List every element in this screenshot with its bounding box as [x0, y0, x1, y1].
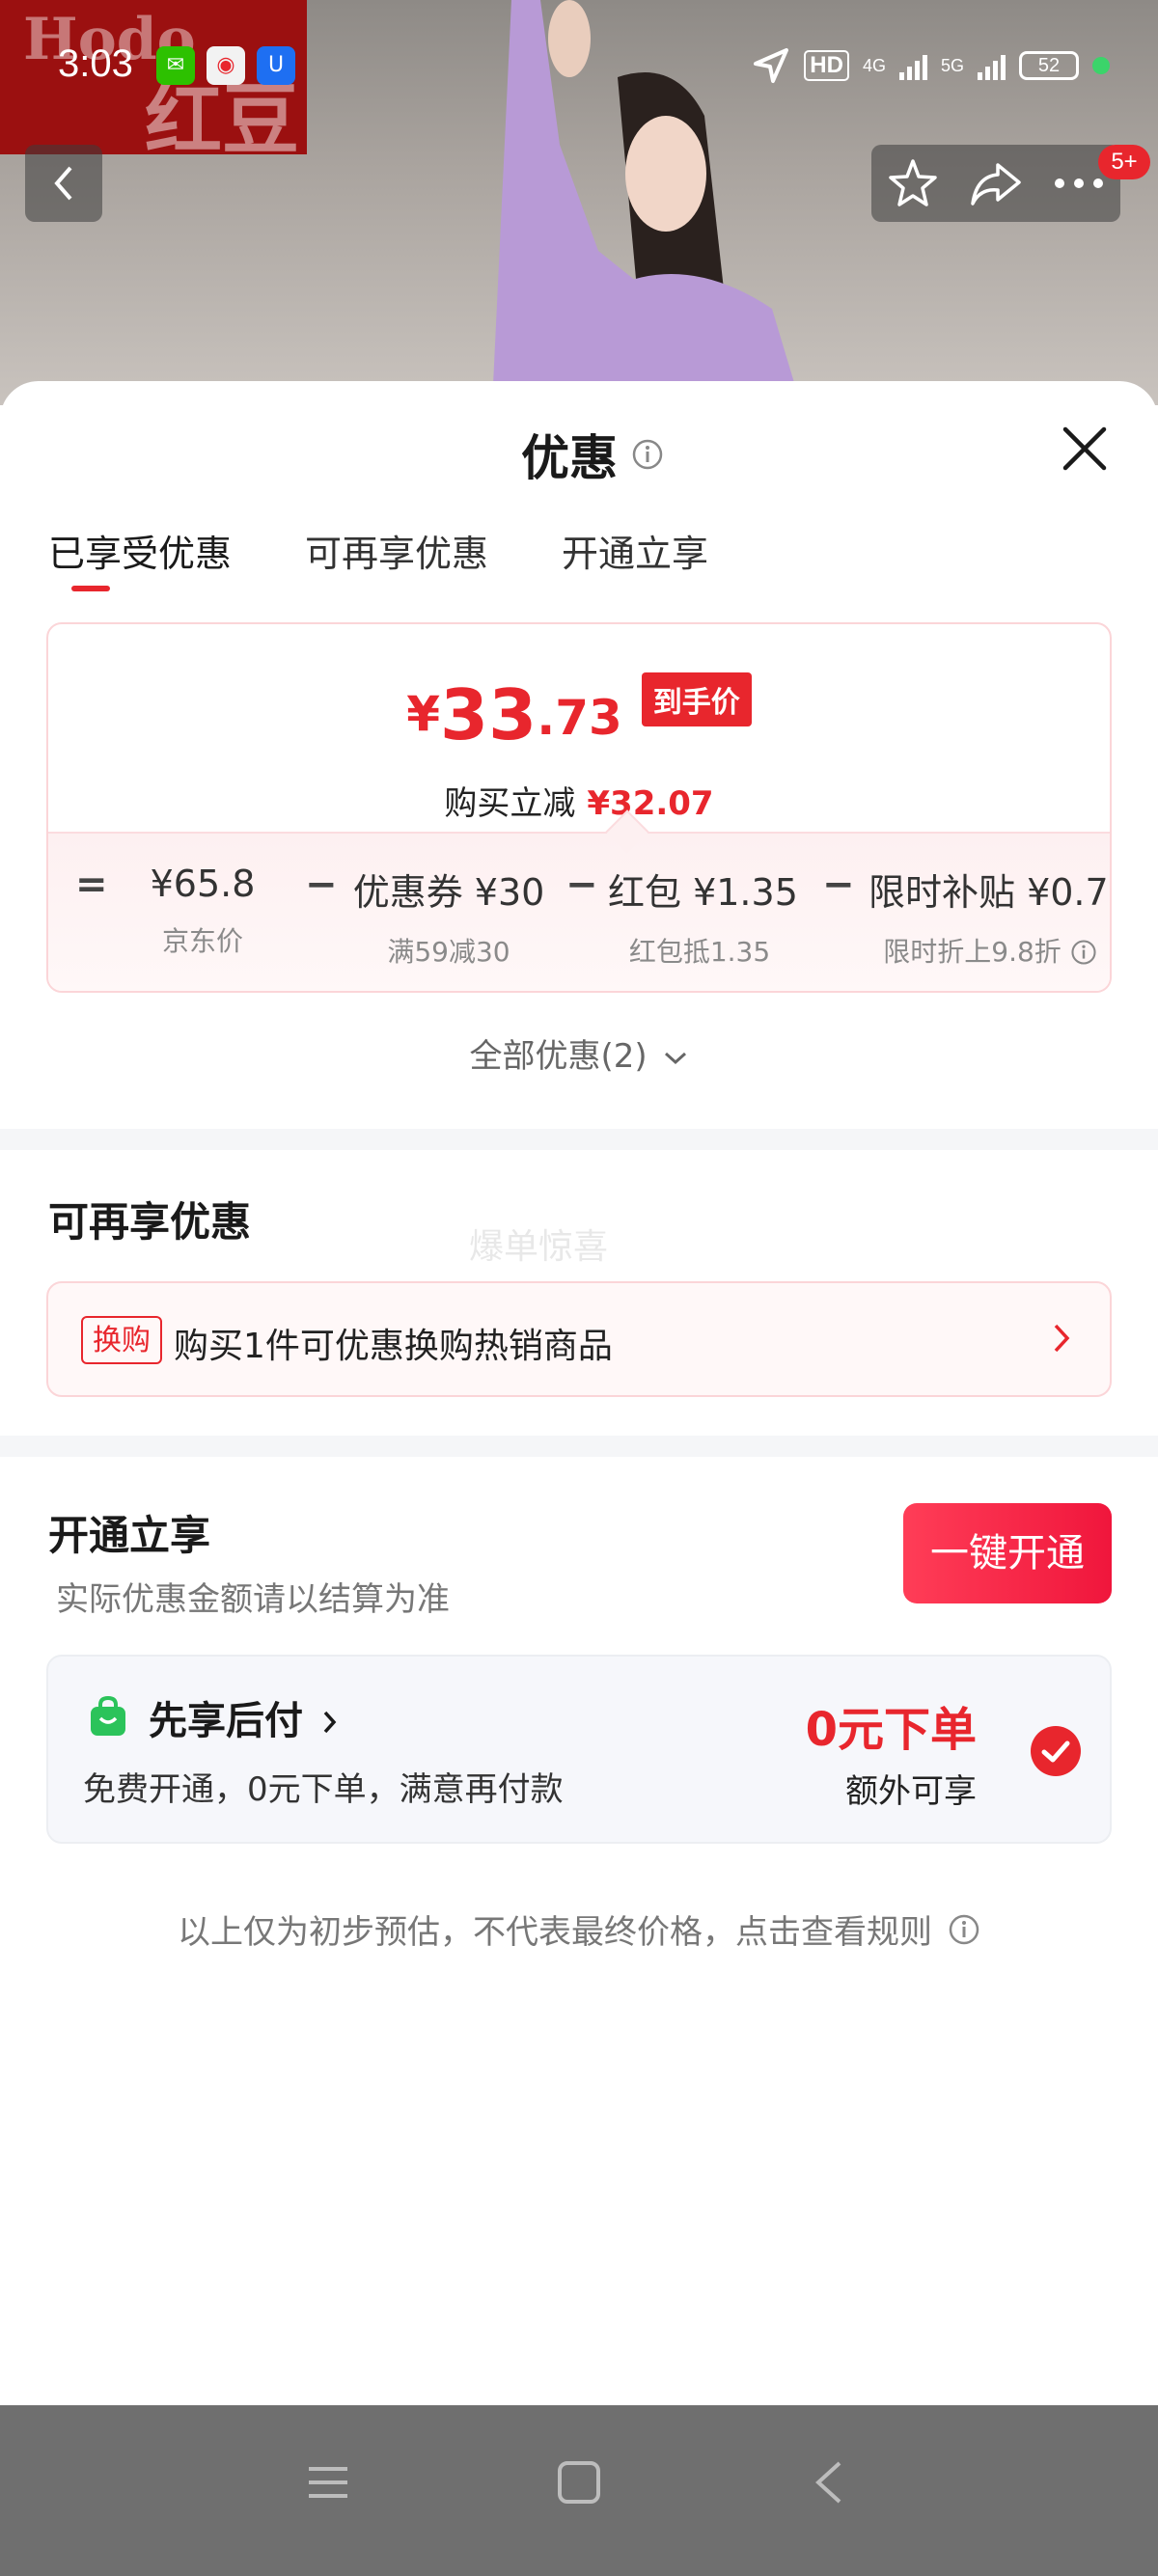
status-time: 3:03: [58, 42, 133, 85]
price-breakdown: = ¥65.8 京东价 − 优惠券 ¥30 满59减30 − 红包 ¥1.35 …: [48, 809, 1112, 991]
chevron-right-icon: [1054, 1324, 1070, 1353]
star-favorite-icon[interactable]: [887, 157, 939, 209]
active-tab-indicator: [71, 586, 110, 591]
status-bar: 3:03 ✉ ◉ U HD 4G 5G 52: [0, 0, 1158, 135]
one-click-open-button[interactable]: 一键开通: [903, 1503, 1112, 1603]
offer-tabs: 已享受优惠 可再享优惠 开通立享: [48, 524, 708, 577]
breakdown-value: 红包 ¥1.35: [608, 871, 798, 914]
rules-disclaimer-link[interactable]: 以上仅为初步预估，不代表最终价格，点击查看规则: [0, 1905, 1158, 1953]
section-divider: [0, 1129, 1158, 1150]
network-5g-label: 5G: [940, 55, 964, 75]
back-button[interactable]: [25, 145, 102, 222]
all-offers-label: 全部优惠(2): [469, 1037, 648, 1076]
breakdown-value: 限时补贴 ¥0.72: [868, 871, 1112, 914]
operator-equals: =: [75, 863, 108, 907]
pay-later-extra: 额外可享: [845, 1772, 977, 1811]
operator-minus: −: [305, 863, 338, 907]
shield-app-icon: U: [257, 46, 295, 85]
exchange-tag: 换购: [81, 1316, 162, 1364]
pay-later-title-link[interactable]: 先享后付: [149, 1689, 338, 1745]
back-nav-icon[interactable]: [811, 2459, 845, 2506]
more-offers-title: 可再享优惠: [48, 1198, 252, 1246]
price-currency: ¥: [406, 686, 440, 742]
info-icon[interactable]: [1070, 939, 1097, 966]
jd-dog-icon: ◉: [207, 46, 245, 85]
network-4g-label: 4G: [862, 55, 886, 75]
location-icon: [754, 48, 789, 83]
breakdown-label: 京东价: [161, 925, 243, 957]
breakdown-red-packet: 红包 ¥1.35 红包抵1.35: [608, 863, 798, 970]
open-enjoy-title: 开通立享: [48, 1512, 211, 1559]
watermark-text: 爆单惊喜: [469, 1227, 609, 1267]
battery-icon: 52: [1019, 51, 1079, 80]
status-indicators: HD 4G 5G 52: [752, 46, 1110, 85]
breakdown-label-with-info[interactable]: 限时折上9.8折: [868, 931, 1110, 970]
menu-icon[interactable]: [305, 2459, 351, 2506]
chevron-right-icon: [323, 1711, 337, 1734]
checkmark-icon: [1041, 1740, 1070, 1763]
price-integer: 33: [440, 674, 538, 755]
exchange-offer-row[interactable]: 换购 购买1件可优惠换购热销商品: [46, 1281, 1112, 1397]
pay-later-card[interactable]: 先享后付 免费开通，0元下单，满意再付款 0元下单 额外可享: [46, 1655, 1112, 1844]
signal-icon-2: [978, 51, 1006, 80]
breakdown-coupon: 优惠券 ¥30 满59减30: [347, 863, 550, 970]
operator-minus: −: [565, 863, 598, 907]
hd-icon: HD: [804, 50, 849, 81]
all-offers-toggle[interactable]: 全部优惠(2): [0, 1029, 1158, 1077]
instant-reduction: 购买立减 ¥32.07: [48, 777, 1110, 824]
reduction-amount: ¥32.07: [587, 784, 714, 823]
open-enjoy-note: 实际优惠金额请以结算为准: [56, 1580, 450, 1619]
breakdown-value: ¥65.8: [150, 863, 256, 905]
breakdown-time-subsidy: 限时补贴 ¥0.72 限时折上9.8折: [868, 863, 1112, 970]
price-decimal: .73: [537, 690, 622, 746]
tab-enjoyed-offers[interactable]: 已享受优惠: [48, 524, 232, 577]
signal-icon: [898, 51, 927, 80]
sheet-title: 优惠: [521, 430, 618, 486]
chevron-down-icon: [665, 1052, 687, 1065]
system-navigation-bar: [0, 2405, 1158, 2576]
exchange-text: 购买1件可优惠换购热销商品: [174, 1327, 613, 1366]
pay-later-checkbox[interactable]: [1031, 1726, 1081, 1776]
close-icon[interactable]: [1058, 422, 1112, 476]
pay-later-description: 免费开通，0元下单，满意再付款: [83, 1770, 564, 1809]
reduction-label: 购买立减: [444, 784, 576, 823]
breakdown-label: 满59减30: [387, 936, 510, 968]
shopping-bag-icon: [91, 1695, 125, 1736]
share-icon[interactable]: [969, 159, 1023, 207]
info-icon[interactable]: [631, 438, 664, 471]
breakdown-label: 限时折上9.8折: [883, 936, 1062, 968]
product-actions-bar: [871, 145, 1120, 222]
pay-later-title: 先享后付: [149, 1699, 303, 1743]
final-price-tag: 到手价: [641, 672, 752, 726]
status-app-icons: ✉ ◉ U: [156, 46, 295, 85]
info-icon: [949, 1914, 979, 1944]
breakdown-value: 优惠券 ¥30: [352, 871, 545, 914]
sheet-header: 优惠: [521, 420, 664, 489]
disclaimer-text: 以上仅为初步预估，不代表最终价格，点击查看规则: [178, 1913, 932, 1952]
breakdown-jd-price: ¥65.8 京东价: [125, 863, 280, 959]
offers-sheet: 优惠 已享受优惠 可再享优惠 开通立享 ¥ 33 .73 到手价 购买立减 ¥32…: [0, 381, 1158, 2405]
pay-later-highlight: 0元下单: [805, 1703, 977, 1757]
home-icon[interactable]: [556, 2459, 602, 2506]
breakdown-label: 红包抵1.35: [628, 936, 771, 968]
final-price-card: ¥ 33 .73 到手价 购买立减 ¥32.07 = ¥65.8 京东价 − 优惠…: [46, 622, 1112, 993]
more-icon[interactable]: [1053, 177, 1105, 190]
chevron-left-icon: [54, 166, 72, 201]
message-count-badge: 5+: [1098, 145, 1150, 179]
privacy-indicator-icon: [1092, 57, 1110, 74]
wechat-icon: ✉: [156, 46, 195, 85]
tab-more-offers[interactable]: 可再享优惠: [305, 524, 488, 577]
section-divider: [0, 1436, 1158, 1457]
tab-open-and-enjoy[interactable]: 开通立享: [562, 524, 708, 577]
operator-minus: −: [822, 863, 855, 907]
final-price: ¥ 33 .73 到手价: [48, 672, 1110, 750]
